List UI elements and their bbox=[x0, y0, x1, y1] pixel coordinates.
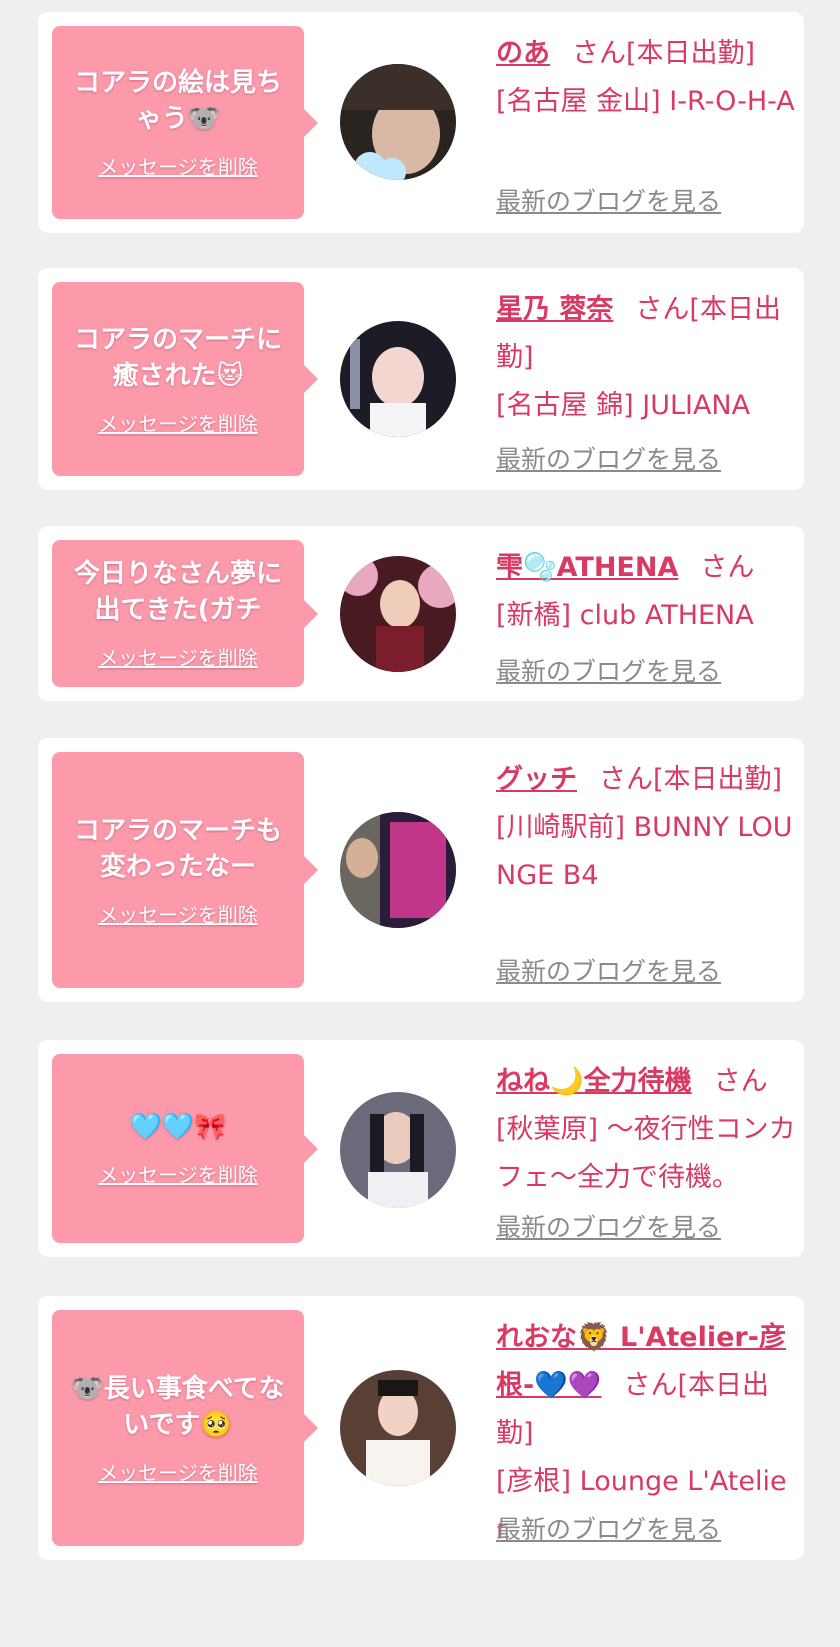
message-card: コアラの絵は見ちゃう🐨 メッセージを削除 のあ さん[本日出勤] [名古屋 金山]… bbox=[38, 12, 804, 233]
shop-info: [秋葉原] 〜夜行性コンカフェ〜全力で待機。 bbox=[496, 1114, 796, 1193]
profile-name-link[interactable]: のあ bbox=[496, 38, 550, 69]
message-text: コアラのマーチも変わったなー bbox=[73, 815, 282, 882]
avatar[interactable] bbox=[340, 556, 456, 672]
latest-blog-link[interactable]: 最新のブログを見る bbox=[496, 440, 721, 476]
shop-info: [名古屋 錦] JULIANA bbox=[496, 390, 751, 421]
latest-blog-link[interactable]: 最新のブログを見る bbox=[496, 652, 721, 688]
shop-info: [名古屋 金山] I-R-O-H-A bbox=[496, 86, 795, 117]
profile-info: ねね🌙全力待機 さん [秋葉原] 〜夜行性コンカフェ〜全力で待機。 bbox=[496, 1058, 796, 1202]
profile-info: グッチ さん[本日出勤] [川崎駅前] BUNNY LOUNGE B4 bbox=[496, 756, 796, 900]
message-text: コアラの絵は見ちゃう🐨 bbox=[73, 68, 282, 134]
message-text: コアラのマーチに癒された😻 bbox=[73, 324, 282, 391]
delete-message-link[interactable]: メッセージを削除 bbox=[98, 1159, 258, 1188]
work-status: [本日出勤] bbox=[653, 764, 783, 795]
shop-info: [新橋] club ATHENA bbox=[496, 600, 754, 631]
shop-info: [川崎駅前] BUNNY LOUNGE B4 bbox=[496, 812, 793, 891]
profile-name-link[interactable]: グッチ bbox=[496, 764, 577, 795]
avatar[interactable] bbox=[340, 1092, 456, 1208]
avatar[interactable] bbox=[340, 812, 456, 928]
profile-name-link[interactable]: ねね🌙全力待機 bbox=[496, 1066, 692, 1097]
message-bubble: コアラのマーチに癒された😻 メッセージを削除 bbox=[52, 282, 318, 476]
work-status: [本日出勤] bbox=[626, 38, 756, 69]
avatar[interactable] bbox=[340, 1370, 456, 1486]
latest-blog-link[interactable]: 最新のブログを見る bbox=[496, 952, 721, 988]
latest-blog-link[interactable]: 最新のブログを見る bbox=[496, 182, 721, 218]
message-card: 今日りなさん夢に出てきた(ガチ メッセージを削除 雫🫧ATHENA さん [新橋]… bbox=[38, 526, 804, 701]
message-bubble: 今日りなさん夢に出てきた(ガチ メッセージを削除 bbox=[52, 540, 318, 687]
message-card: 🩵🩵🎀 メッセージを削除 ねね🌙全力待機 さん [秋葉原] 〜夜行性コンカフェ〜全… bbox=[38, 1040, 804, 1257]
avatar[interactable] bbox=[340, 64, 456, 180]
profile-info: のあ さん[本日出勤] [名古屋 金山] I-R-O-H-A bbox=[496, 30, 796, 126]
honorific: さん bbox=[599, 764, 653, 795]
message-bubble: 🐨長い事食べてないです🥺 メッセージを削除 bbox=[52, 1310, 318, 1546]
profile-name-link[interactable]: 星乃 蓉奈 bbox=[496, 294, 613, 325]
message-bubble: コアラのマーチも変わったなー メッセージを削除 bbox=[52, 752, 318, 988]
latest-blog-link[interactable]: 最新のブログを見る bbox=[496, 1510, 721, 1546]
profile-name-link[interactable]: 雫🫧ATHENA bbox=[496, 552, 678, 583]
message-text: 🩵🩵🎀 bbox=[129, 1112, 227, 1142]
message-bubble: コアラの絵は見ちゃう🐨 メッセージを削除 bbox=[52, 26, 318, 219]
honorific: さん bbox=[623, 1370, 678, 1401]
delete-message-link[interactable]: メッセージを削除 bbox=[98, 899, 258, 928]
honorific: さん bbox=[572, 38, 626, 69]
avatar[interactable] bbox=[340, 321, 456, 437]
message-bubble: 🩵🩵🎀 メッセージを削除 bbox=[52, 1054, 318, 1243]
message-card: 🐨長い事食べてないです🥺 メッセージを削除 れおな🦁 L'Atelier-彦根-… bbox=[38, 1296, 804, 1560]
message-card: コアラのマーチも変わったなー メッセージを削除 グッチ さん[本日出勤] [川崎駅… bbox=[38, 738, 804, 1002]
message-card: コアラのマーチに癒された😻 メッセージを削除 星乃 蓉奈 さん[本日出勤] [名古… bbox=[38, 268, 804, 490]
delete-message-link[interactable]: メッセージを削除 bbox=[98, 642, 258, 671]
message-text: 今日りなさん夢に出てきた(ガチ bbox=[73, 559, 282, 625]
honorific: さん bbox=[713, 1066, 768, 1097]
delete-message-link[interactable]: メッセージを削除 bbox=[98, 408, 258, 437]
honorific: さん bbox=[700, 552, 755, 583]
latest-blog-link[interactable]: 最新のブログを見る bbox=[496, 1208, 721, 1244]
honorific: さん bbox=[635, 294, 690, 325]
delete-message-link[interactable]: メッセージを削除 bbox=[98, 151, 258, 180]
profile-info: 星乃 蓉奈 さん[本日出勤] [名古屋 錦] JULIANA bbox=[496, 286, 796, 430]
profile-info: 雫🫧ATHENA さん [新橋] club ATHENA bbox=[496, 544, 796, 640]
delete-message-link[interactable]: メッセージを削除 bbox=[98, 1457, 258, 1486]
message-feed: コアラの絵は見ちゃう🐨 メッセージを削除 のあ さん[本日出勤] [名古屋 金山]… bbox=[0, 0, 840, 1647]
message-text: 🐨長い事食べてないです🥺 bbox=[71, 1373, 285, 1440]
